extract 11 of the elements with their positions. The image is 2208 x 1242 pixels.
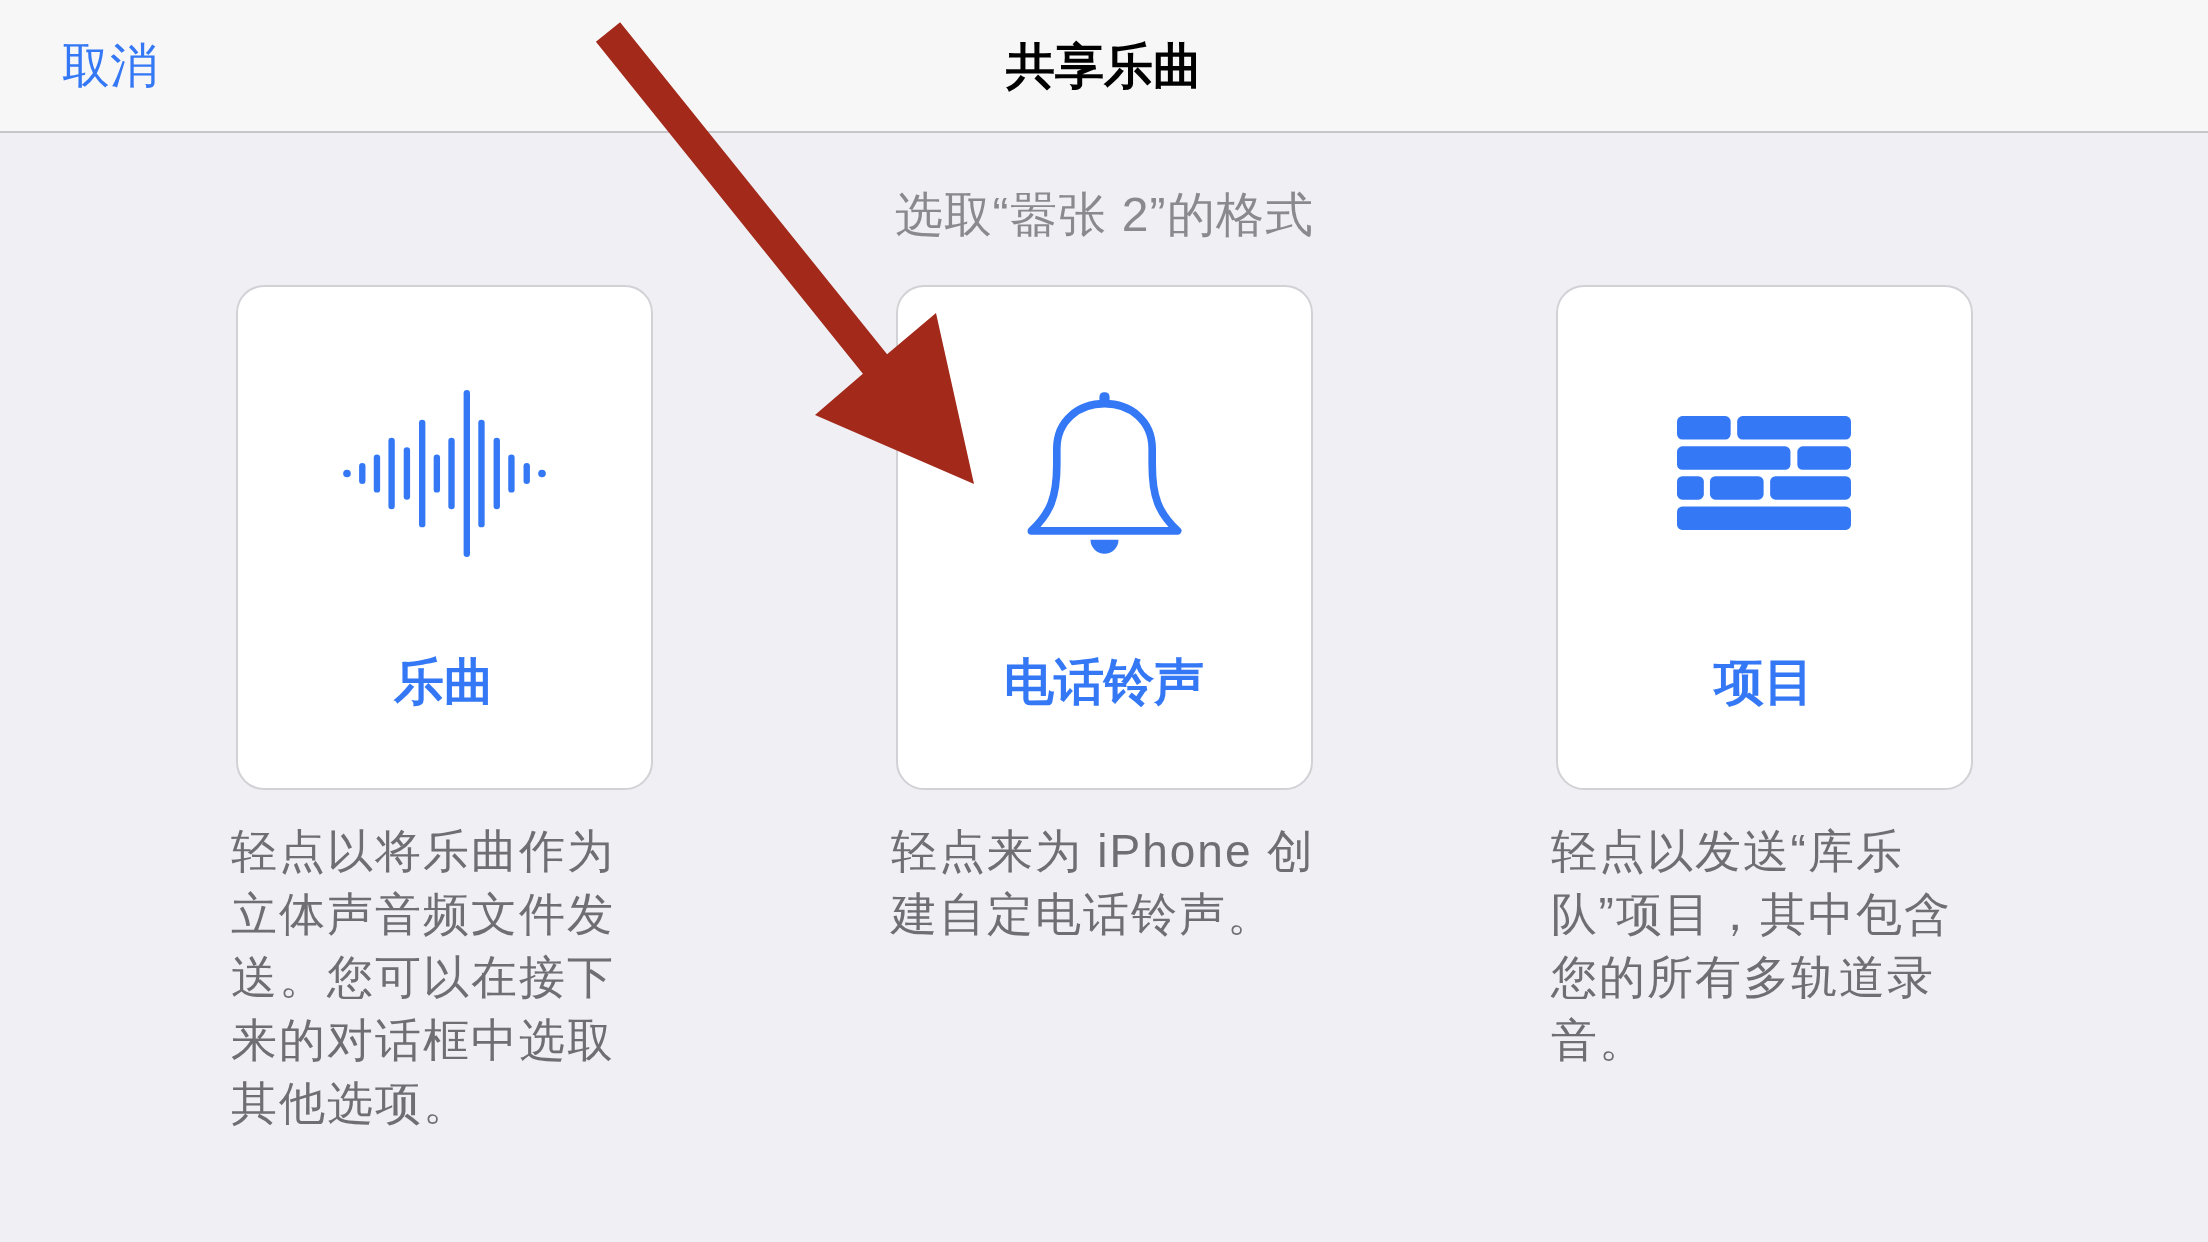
description-text: 轻点以发送“库乐队”项目，其中包含您的所有多轨道录音。: [1550, 824, 1953, 1068]
bricks-icon: [1677, 416, 1851, 530]
format-card[interactable]: 项目: [1555, 285, 1973, 790]
description-text: 轻点以将乐曲作为立体声音频文件发送。您可以在接下来的对话框中选取其他选项。: [230, 824, 616, 1131]
screen-title: 共享乐曲: [1006, 37, 1202, 95]
cancel-button[interactable]: 取消: [54, 31, 166, 100]
description-text: 轻点来为 iPhone 创建自定电话铃声。: [890, 824, 1317, 942]
format-card[interactable]: 乐曲: [235, 285, 653, 790]
prompt-text: 选取“嚣张 2”的格式: [894, 187, 1314, 243]
waveform-icon: [342, 389, 546, 557]
format-card[interactable]: 电话铃声: [895, 285, 1313, 790]
